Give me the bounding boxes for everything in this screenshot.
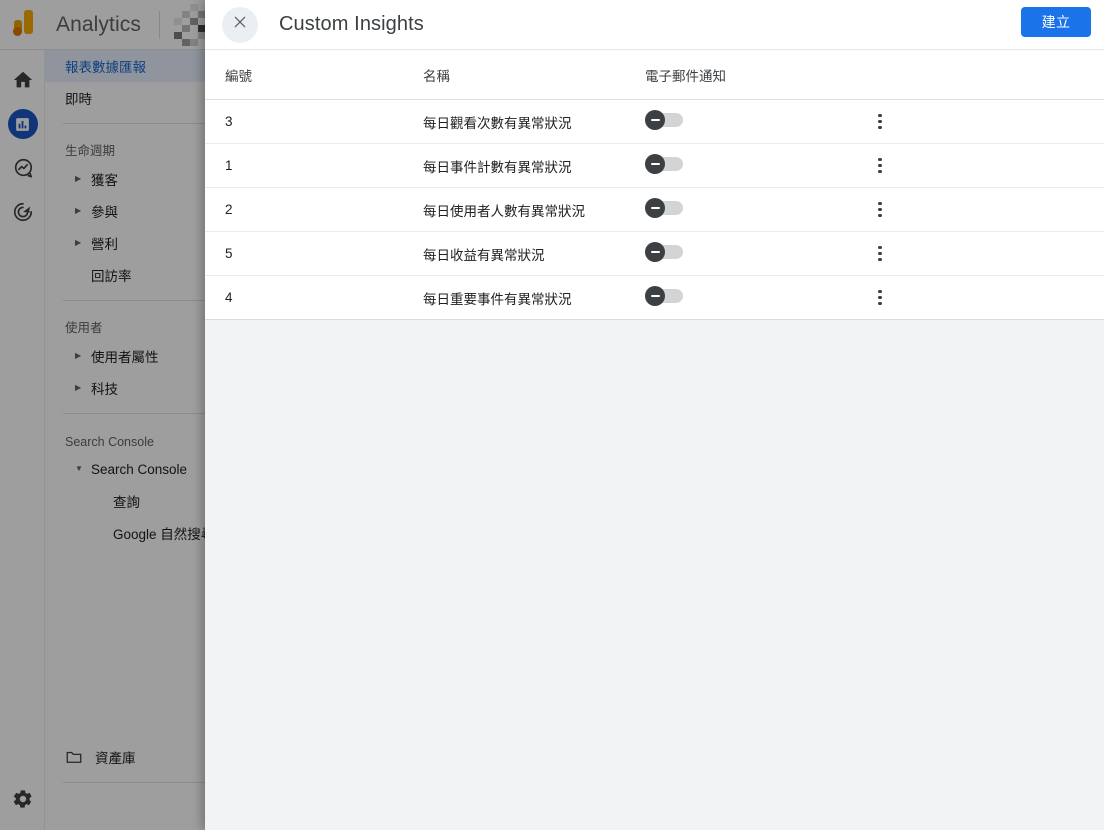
more-vert-icon[interactable] [868, 154, 892, 178]
more-vert-icon[interactable] [868, 198, 892, 222]
cell-name: 每日重要事件有異常狀況 [423, 291, 572, 307]
table-row[interactable]: 2 每日使用者人數有異常狀況 [205, 188, 1104, 232]
cell-name: 每日事件計數有異常狀況 [423, 159, 572, 175]
close-icon [232, 14, 248, 35]
table-body: 3 每日觀看次數有異常狀況 1 每日事件計數有異常狀況 2 每日使用者人數有異常狀況 5 每日… [205, 100, 1104, 320]
email-notification-toggle[interactable] [645, 198, 683, 218]
create-button[interactable]: 建立 [1021, 7, 1091, 37]
cell-id: 4 [225, 290, 233, 305]
custom-insights-modal: Custom Insights 建立 編號 名稱 電子郵件通知 3 每日觀看次數有… [205, 0, 1104, 830]
cell-id: 1 [225, 158, 233, 173]
email-notification-toggle[interactable] [645, 242, 683, 262]
page-title: Custom Insights [279, 13, 424, 35]
more-vert-icon[interactable] [868, 110, 892, 134]
table-row[interactable]: 3 每日觀看次數有異常狀況 [205, 100, 1104, 144]
column-header-name: 名稱 [423, 68, 450, 84]
table-header-row: 編號 名稱 電子郵件通知 [205, 50, 1104, 100]
more-vert-icon[interactable] [868, 242, 892, 266]
email-notification-toggle[interactable] [645, 154, 683, 174]
column-header-email: 電子郵件通知 [645, 68, 726, 84]
table-row[interactable]: 1 每日事件計數有異常狀況 [205, 144, 1104, 188]
table-row[interactable]: 5 每日收益有異常狀況 [205, 232, 1104, 276]
more-vert-icon[interactable] [868, 286, 892, 310]
cell-name: 每日觀看次數有異常狀況 [423, 115, 572, 131]
cell-id: 5 [225, 246, 233, 261]
modal-header: Custom Insights 建立 [205, 0, 1104, 50]
modal-scrim[interactable] [0, 0, 205, 830]
cell-name: 每日收益有異常狀況 [423, 247, 545, 263]
cell-id: 2 [225, 202, 233, 217]
insights-table: 編號 名稱 電子郵件通知 3 每日觀看次數有異常狀況 1 每日事件計數有異常狀況 2 每日… [205, 50, 1104, 320]
cell-id: 3 [225, 114, 233, 129]
email-notification-toggle[interactable] [645, 110, 683, 130]
email-notification-toggle[interactable] [645, 286, 683, 306]
cell-name: 每日使用者人數有異常狀況 [423, 203, 585, 219]
column-header-id: 編號 [225, 68, 252, 84]
close-button[interactable] [222, 6, 258, 43]
table-row[interactable]: 4 每日重要事件有異常狀況 [205, 276, 1104, 320]
